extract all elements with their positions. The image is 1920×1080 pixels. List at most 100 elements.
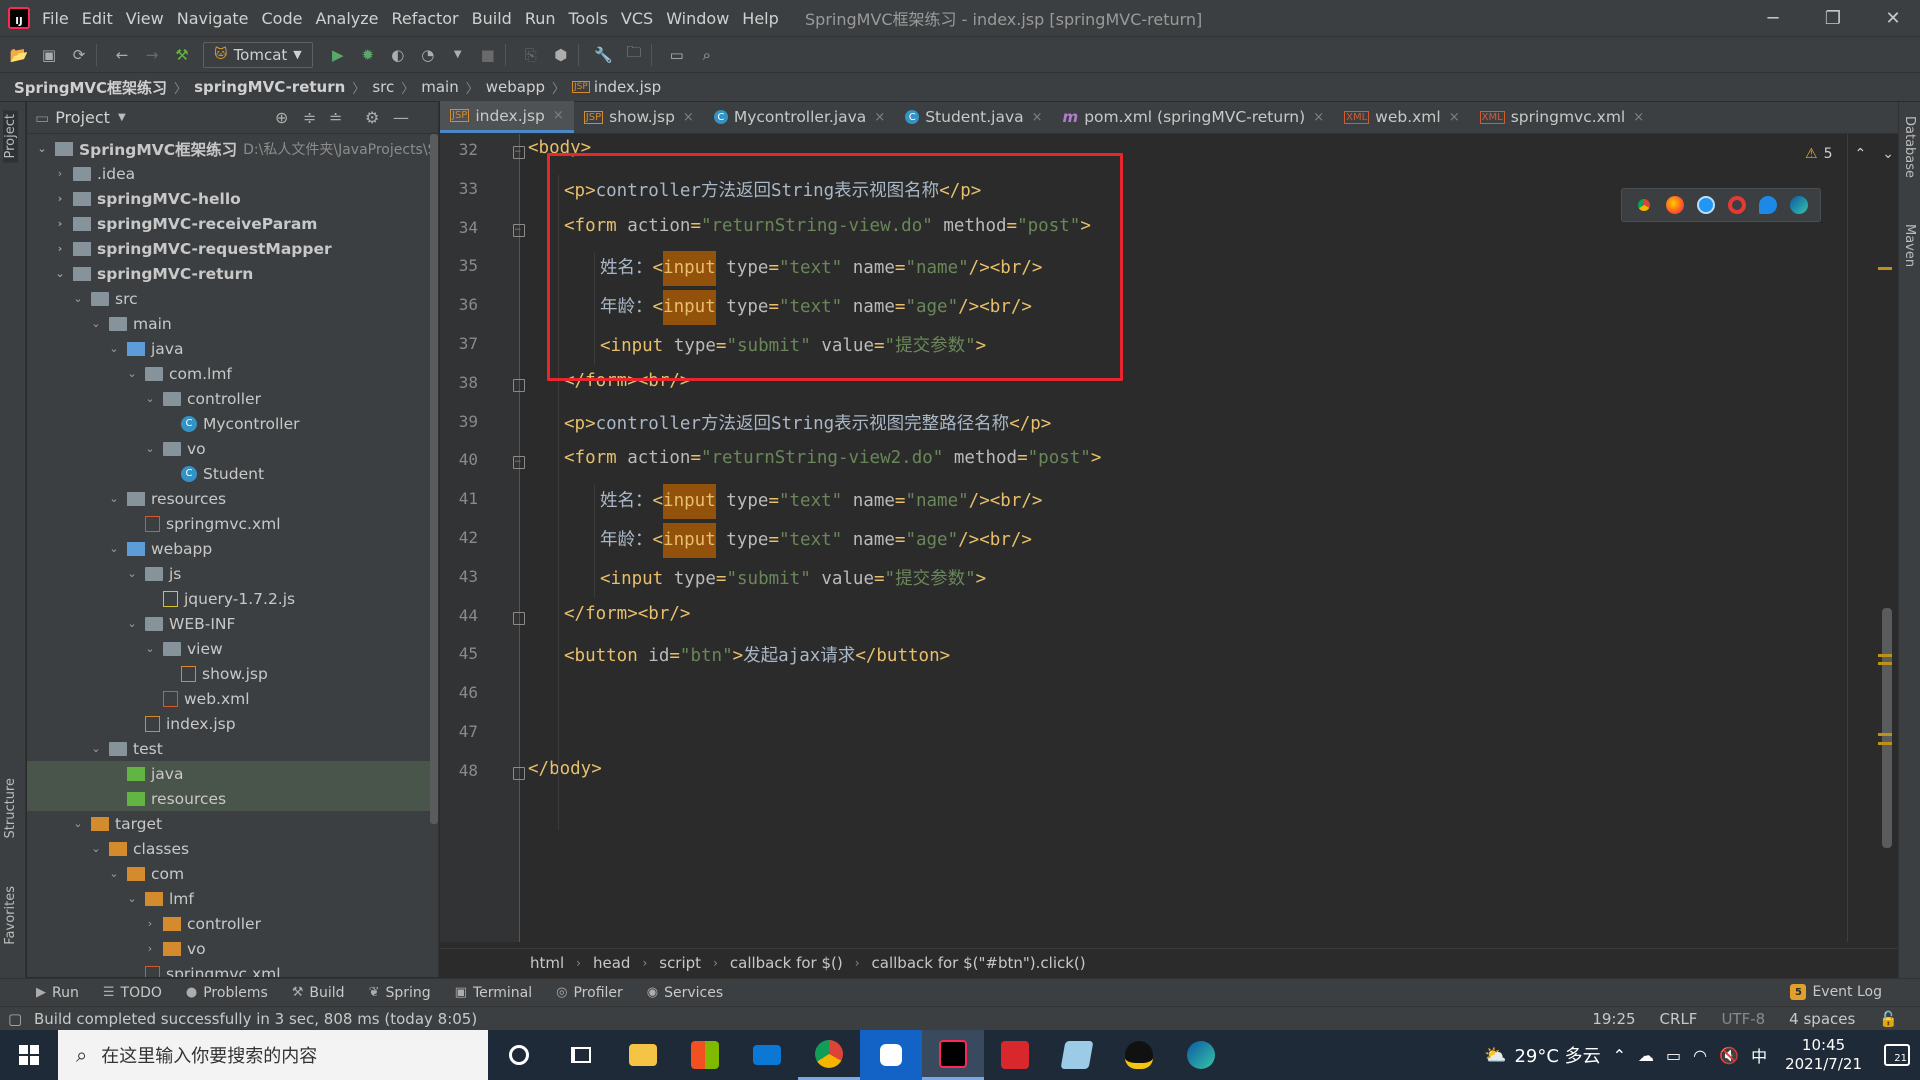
- project-folder-icon[interactable]: 🗀: [623, 43, 645, 66]
- line-number[interactable]: 37: [440, 334, 478, 353]
- chevron-right-icon[interactable]: ›: [53, 242, 67, 255]
- chevron-down-icon[interactable]: ⌄: [107, 867, 121, 880]
- task-view-icon[interactable]: [550, 1030, 612, 1080]
- locate-icon[interactable]: ⊕: [275, 108, 288, 127]
- battery-icon[interactable]: ▭: [1666, 1046, 1681, 1065]
- project-tree-scrollbar[interactable]: [430, 134, 438, 824]
- close-tab-icon[interactable]: ×: [553, 108, 564, 123]
- minimize-icon[interactable]: ─: [1746, 0, 1800, 36]
- breadcrumb-item[interactable]: index.jsp: [594, 78, 661, 96]
- project-tool-button[interactable]: Project: [3, 110, 18, 163]
- line-number[interactable]: 33: [440, 179, 478, 198]
- menu-build[interactable]: Build: [472, 9, 522, 28]
- tool-tab-build[interactable]: ⚒ Build: [292, 985, 345, 1001]
- tree-item[interactable]: ⌄ target: [27, 811, 438, 836]
- editor-tab[interactable]: JSP show.jsp ×: [574, 101, 704, 133]
- close-tab-icon[interactable]: ×: [683, 110, 694, 125]
- menu-analyze[interactable]: Analyze: [315, 9, 388, 28]
- chevron-down-icon[interactable]: ⌄: [125, 567, 139, 580]
- close-tab-icon[interactable]: ×: [1449, 110, 1460, 125]
- editor-tab[interactable]: XML springmvc.xml ×: [1470, 101, 1655, 133]
- line-number[interactable]: 39: [440, 412, 478, 431]
- chevron-down-icon[interactable]: ⌄: [125, 617, 139, 630]
- profile-icon[interactable]: ◔: [417, 44, 439, 66]
- chrome-taskbar-icon[interactable]: [798, 1030, 860, 1080]
- database-tool-button[interactable]: Database: [1902, 116, 1917, 178]
- chevron-right-icon[interactable]: ›: [143, 917, 157, 930]
- chevron-down-icon[interactable]: ⌄: [1882, 146, 1894, 162]
- chevron-down-icon[interactable]: ⌄: [125, 892, 139, 905]
- editor-tab[interactable]: C Student.java ×: [895, 101, 1052, 133]
- tree-item[interactable]: index.jsp: [27, 711, 438, 736]
- chevron-down-icon[interactable]: ⌄: [71, 292, 85, 305]
- file-encoding[interactable]: UTF-8: [1721, 1010, 1765, 1028]
- build-hammer-icon[interactable]: ⚒: [171, 44, 193, 66]
- status-bar-toggle-icon[interactable]: ▢: [8, 1010, 22, 1028]
- chevron-down-icon[interactable]: ⌄: [107, 542, 121, 555]
- warning-marker[interactable]: [1878, 662, 1892, 665]
- search-everywhere-icon[interactable]: ⌕: [696, 44, 718, 66]
- chevron-down-icon[interactable]: ⌄: [89, 742, 103, 755]
- editor-tab[interactable]: JSP index.jsp ×: [440, 101, 574, 133]
- tree-item[interactable]: java: [27, 761, 438, 786]
- run-icon[interactable]: ▶: [327, 44, 349, 66]
- notepad-icon[interactable]: [1046, 1030, 1108, 1080]
- restore-icon[interactable]: ❐: [1806, 0, 1860, 36]
- inspection-widget[interactable]: ⚠ 5 ⌃ ⌄: [1805, 146, 1894, 162]
- settings-wrench-icon[interactable]: 🔧: [593, 44, 615, 66]
- chevron-down-icon[interactable]: ⌄: [89, 842, 103, 855]
- editor-tab[interactable]: XML web.xml ×: [1334, 101, 1470, 133]
- tool-tab-services[interactable]: ◉ Services: [647, 985, 723, 1001]
- chevron-down-icon[interactable]: ⌄: [71, 817, 85, 830]
- close-tab-icon[interactable]: ×: [1313, 110, 1324, 125]
- chevron-down-icon[interactable]: ⌄: [107, 342, 121, 355]
- menu-code[interactable]: Code: [262, 9, 313, 28]
- menu-file[interactable]: File: [42, 9, 79, 28]
- more-run-options-icon[interactable]: ▼: [447, 44, 469, 66]
- code-line[interactable]: <input type="submit" value="提交参数">: [600, 565, 986, 590]
- tree-item[interactable]: web.xml: [27, 686, 438, 711]
- fold-end-icon[interactable]: [513, 611, 525, 625]
- line-number[interactable]: 43: [440, 567, 478, 586]
- menu-tools[interactable]: Tools: [569, 9, 618, 28]
- editor-tab[interactable]: m pom.xml (springMVC-return) ×: [1053, 101, 1335, 133]
- chevron-right-icon[interactable]: ›: [53, 217, 67, 230]
- taskbar-search[interactable]: ⌕ 在这里输入你要搜索的内容: [58, 1030, 488, 1080]
- tree-item[interactable]: › springMVC-requestMapper: [27, 236, 438, 261]
- tool-tab-todo[interactable]: ☰ TODO: [103, 985, 162, 1001]
- structure-tool-button[interactable]: Structure: [3, 778, 18, 838]
- tree-item[interactable]: C Mycontroller: [27, 411, 438, 436]
- caret-position[interactable]: 19:25: [1592, 1010, 1635, 1028]
- weather-widget[interactable]: ⛅ 29°C 多云: [1484, 1042, 1601, 1068]
- tree-item[interactable]: ⌄ com: [27, 861, 438, 886]
- close-tab-icon[interactable]: ×: [1633, 110, 1644, 125]
- tree-item[interactable]: jquery-1.7.2.js: [27, 586, 438, 611]
- file-explorer-icon[interactable]: [612, 1030, 674, 1080]
- show-hidden-icons-icon[interactable]: ⌃: [1613, 1046, 1626, 1065]
- opera-icon[interactable]: [1727, 196, 1746, 214]
- tree-item[interactable]: ⌄ com.lmf: [27, 361, 438, 386]
- video-app-icon[interactable]: [860, 1030, 922, 1080]
- warning-marker[interactable]: [1878, 267, 1892, 270]
- warning-marker[interactable]: [1878, 733, 1892, 736]
- line-number[interactable]: 42: [440, 528, 478, 547]
- menu-edit[interactable]: Edit: [82, 9, 123, 28]
- open-folder-icon[interactable]: 📂: [8, 44, 30, 66]
- tool-tab-spring[interactable]: ❦ Spring: [369, 985, 431, 1001]
- menu-view[interactable]: View: [126, 9, 174, 28]
- line-number[interactable]: 47: [440, 722, 478, 741]
- indent-setting[interactable]: 4 spaces: [1789, 1010, 1855, 1028]
- start-button[interactable]: [0, 1030, 58, 1080]
- line-number[interactable]: 40: [440, 450, 478, 469]
- chevron-down-icon[interactable]: ▼: [118, 112, 126, 123]
- chevron-down-icon[interactable]: ⌄: [143, 392, 157, 405]
- menu-refactor[interactable]: Refactor: [392, 9, 469, 28]
- code-breadcrumb-item[interactable]: head: [593, 954, 630, 972]
- tree-item[interactable]: ⌄ src: [27, 286, 438, 311]
- run-configuration-select[interactable]: 🐱 Tomcat ▼: [203, 41, 313, 68]
- chevron-down-icon[interactable]: ⌄: [143, 442, 157, 455]
- tool-tab-profiler[interactable]: ◎ Profiler: [556, 985, 623, 1001]
- tree-item[interactable]: ⌄ springMVC-return: [27, 261, 438, 286]
- tree-item[interactable]: springmvc.xml: [27, 961, 438, 977]
- tree-item[interactable]: ⌄ java: [27, 336, 438, 361]
